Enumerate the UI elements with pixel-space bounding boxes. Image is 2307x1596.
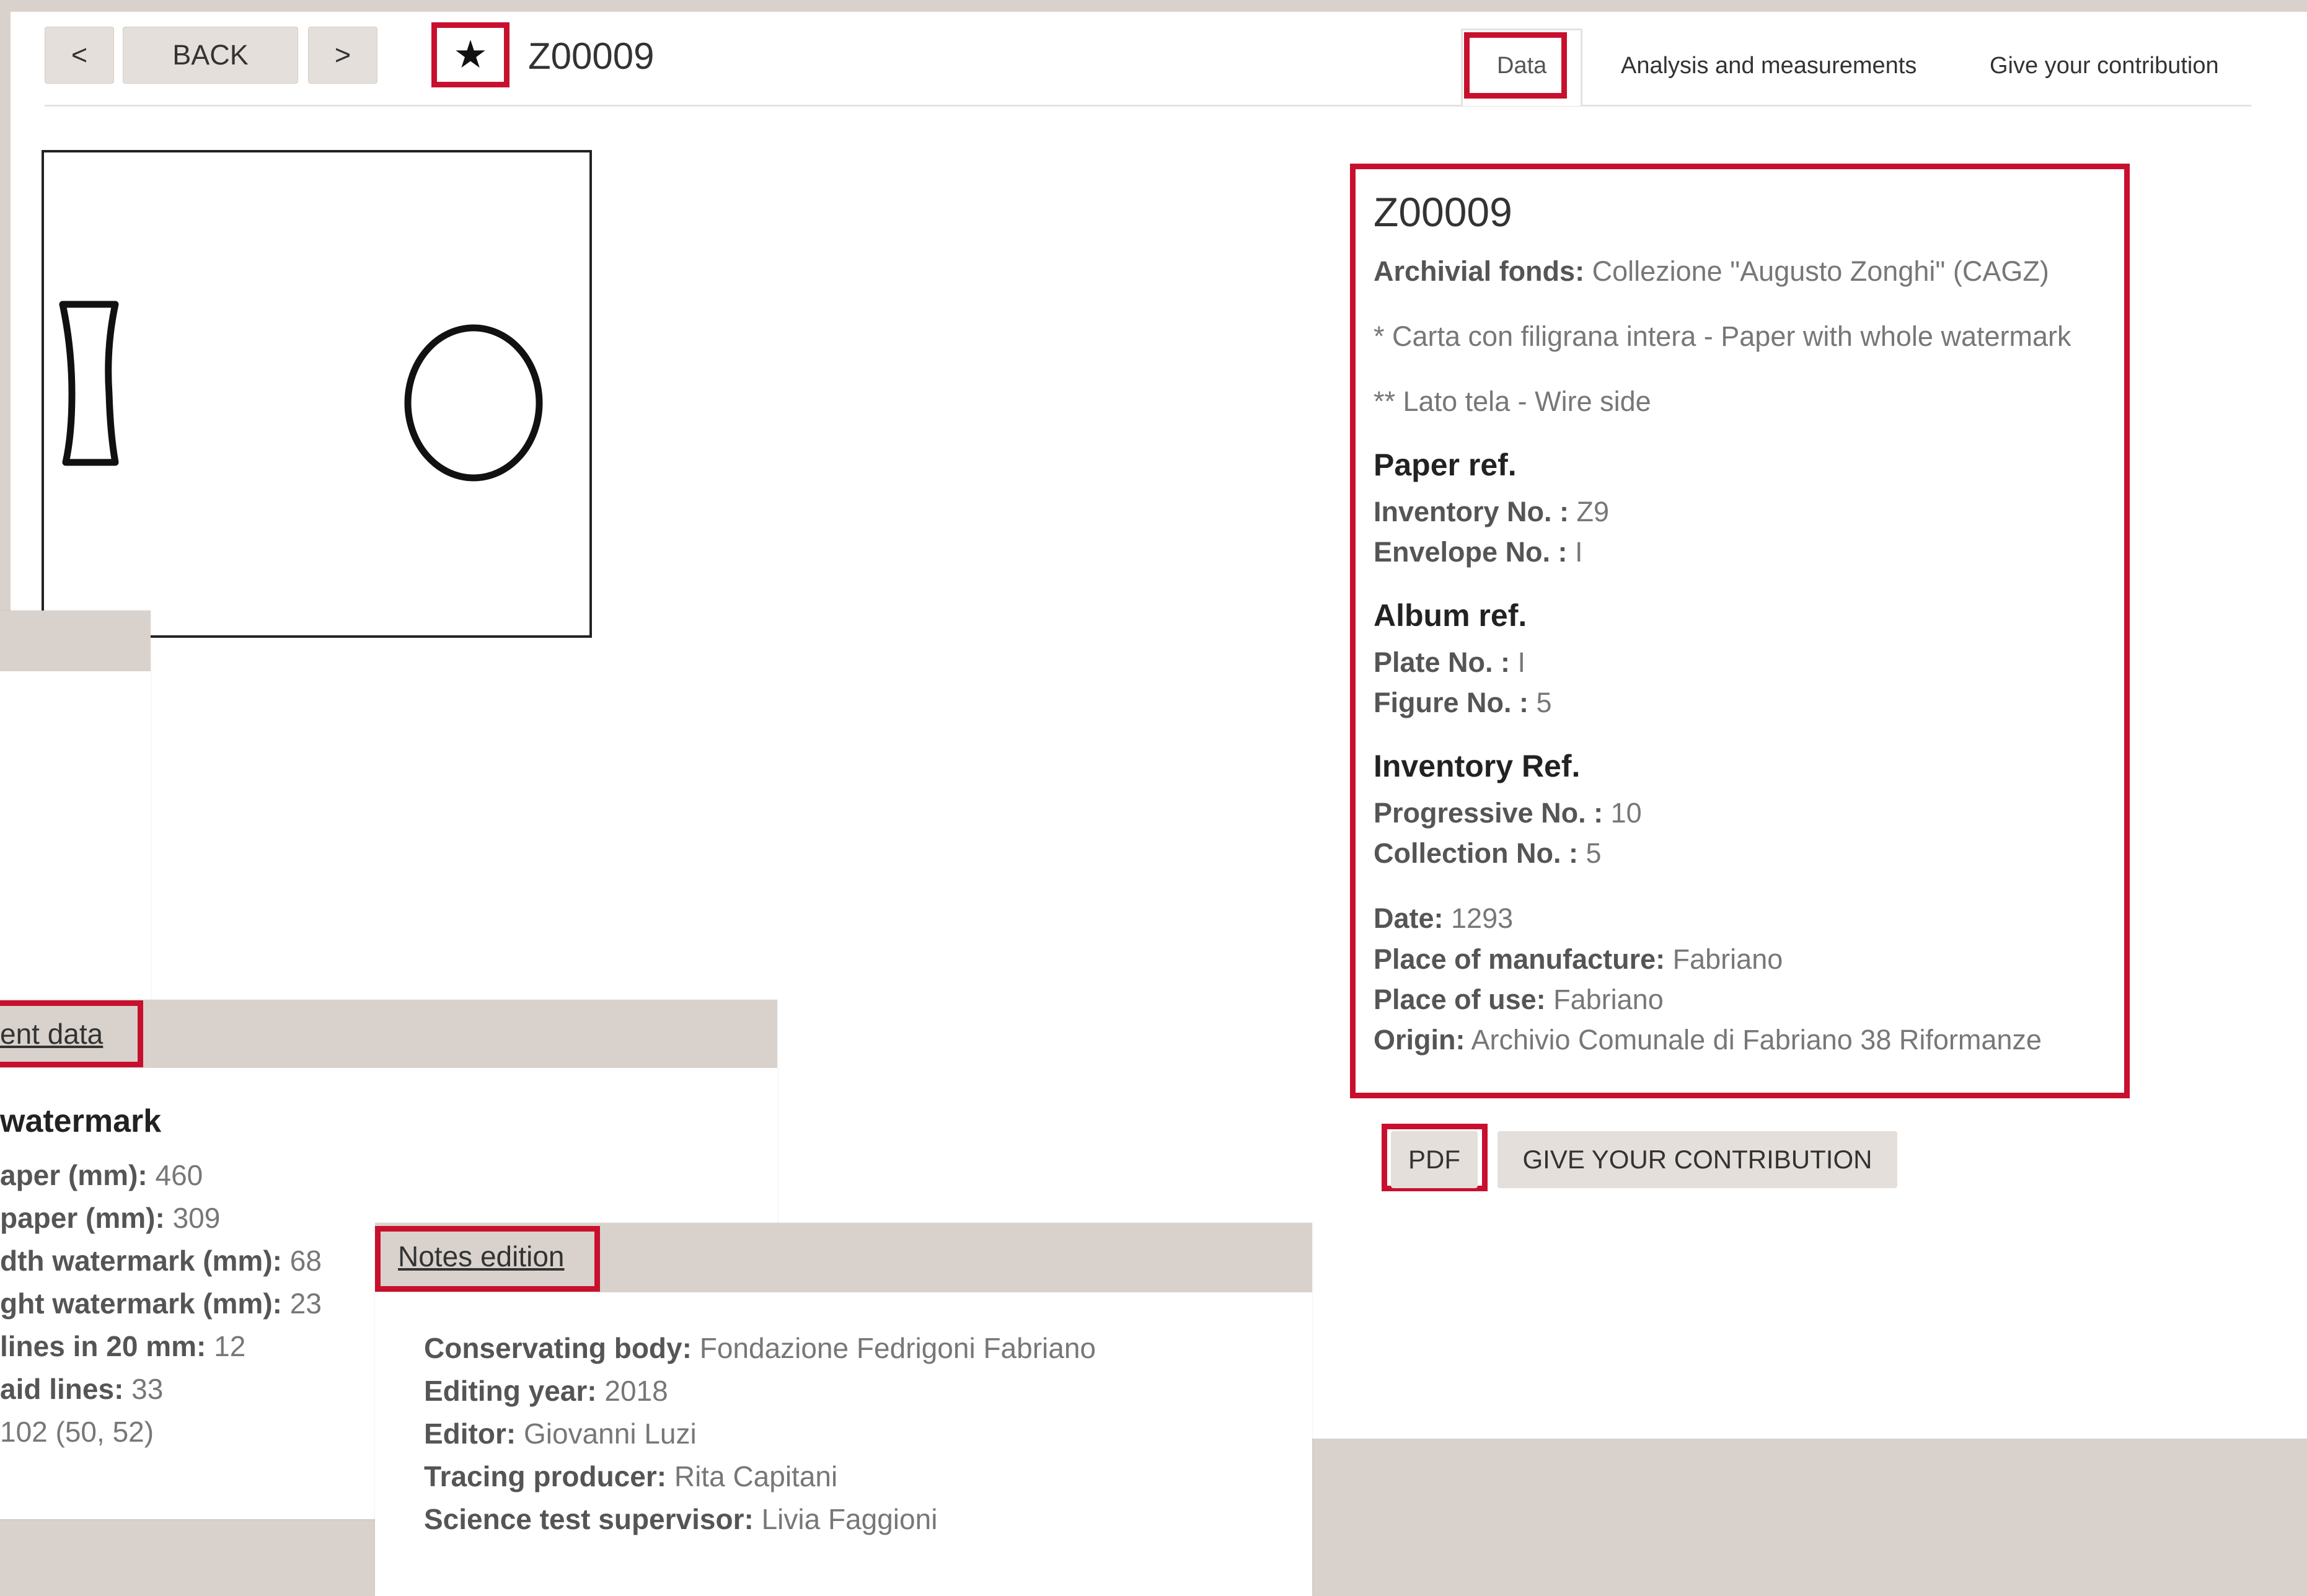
measurement-row: aper (mm): 460 <box>0 1159 203 1191</box>
envelope-number: Envelope No. : I <box>1374 536 1583 568</box>
back-button[interactable]: BACK <box>123 27 298 84</box>
pdf-button[interactable]: PDF <box>1391 1131 1478 1188</box>
note-whole-watermark: * Carta con filigrana intera - Paper wit… <box>1374 320 2071 352</box>
measurement-row: ght watermark (mm): 23 <box>0 1287 322 1320</box>
measurement-row: 102 (50, 52) <box>0 1416 154 1448</box>
measurement-row: aid lines: 33 <box>0 1373 164 1405</box>
place-of-manufacture: Place of manufacture: Fabriano <box>1374 943 1783 975</box>
give-contribution-button[interactable]: GIVE YOUR CONTRIBUTION <box>1498 1131 1897 1188</box>
inventory-number: Inventory No. : Z9 <box>1374 495 1610 527</box>
place-of-use: Place of use: Fabriano <box>1374 983 1664 1015</box>
plate-number: Plate No. : I <box>1374 646 1526 678</box>
collapsed-panel <box>0 611 151 1007</box>
watermark-heading: watermark <box>0 1103 162 1139</box>
measurement-row: dth watermark (mm): 68 <box>0 1245 322 1277</box>
next-button[interactable]: > <box>308 27 377 84</box>
measurement-data-tab[interactable]: ent data <box>0 1017 103 1051</box>
previous-button[interactable]: < <box>45 27 114 84</box>
record-title: Z00009 <box>528 35 655 77</box>
tab-data[interactable]: Data <box>1497 53 1546 79</box>
notes-row: Tracing producer: Rita Capitani <box>424 1460 838 1492</box>
star-icon: ★ <box>453 33 488 76</box>
measurement-list: watermark aper (mm): 460 paper (mm): 309… <box>0 1100 322 1453</box>
album-ref-heading: Album ref. <box>1374 598 1527 633</box>
date: Date: 1293 <box>1374 902 1514 935</box>
figure-number: Figure No. : 5 <box>1374 687 1552 719</box>
collection-number: Collection No. : 5 <box>1374 837 1602 870</box>
notes-row: Editor: Giovanni Luzi <box>424 1417 697 1450</box>
tab-give-your-contribution[interactable]: Give your contribution <box>1990 53 2219 79</box>
record-info-panel: Z00009 Archivial fonds: Collezione "Augu… <box>1374 183 2111 1060</box>
info-title: Z00009 <box>1374 189 1512 235</box>
notes-list: Conservating body: Fondazione Fedrigoni … <box>424 1327 1096 1541</box>
watermark-image <box>42 150 592 638</box>
notes-row: Conservating body: Fondazione Fedrigoni … <box>424 1332 1096 1364</box>
measurement-row: paper (mm): 309 <box>0 1202 221 1234</box>
progressive-number: Progressive No. : 10 <box>1374 796 1642 829</box>
notes-row: Science test supervisor: Livia Faggioni <box>424 1503 938 1535</box>
watermark-drawing <box>59 301 543 482</box>
measurement-row: lines in 20 mm: 12 <box>0 1330 246 1362</box>
notes-edition-tab[interactable]: Notes edition <box>398 1240 565 1273</box>
collapsed-panel-header <box>0 611 151 671</box>
tabs-divider <box>45 105 2251 107</box>
paper-ref-heading: Paper ref. <box>1374 447 1517 483</box>
tab-analysis-and-measurements[interactable]: Analysis and measurements <box>1621 53 1917 79</box>
note-wire-side: ** Lato tela - Wire side <box>1374 386 1651 418</box>
favorite-button[interactable]: ★ <box>431 22 509 87</box>
archival-fonds: Archivial fonds: Collezione "Augusto Zon… <box>1374 255 2049 287</box>
inventory-ref-heading: Inventory Ref. <box>1374 749 1581 784</box>
notes-row: Editing year: 2018 <box>424 1375 668 1407</box>
origin: Origin: Archivio Comunale di Fabriano 38… <box>1374 1024 2042 1056</box>
